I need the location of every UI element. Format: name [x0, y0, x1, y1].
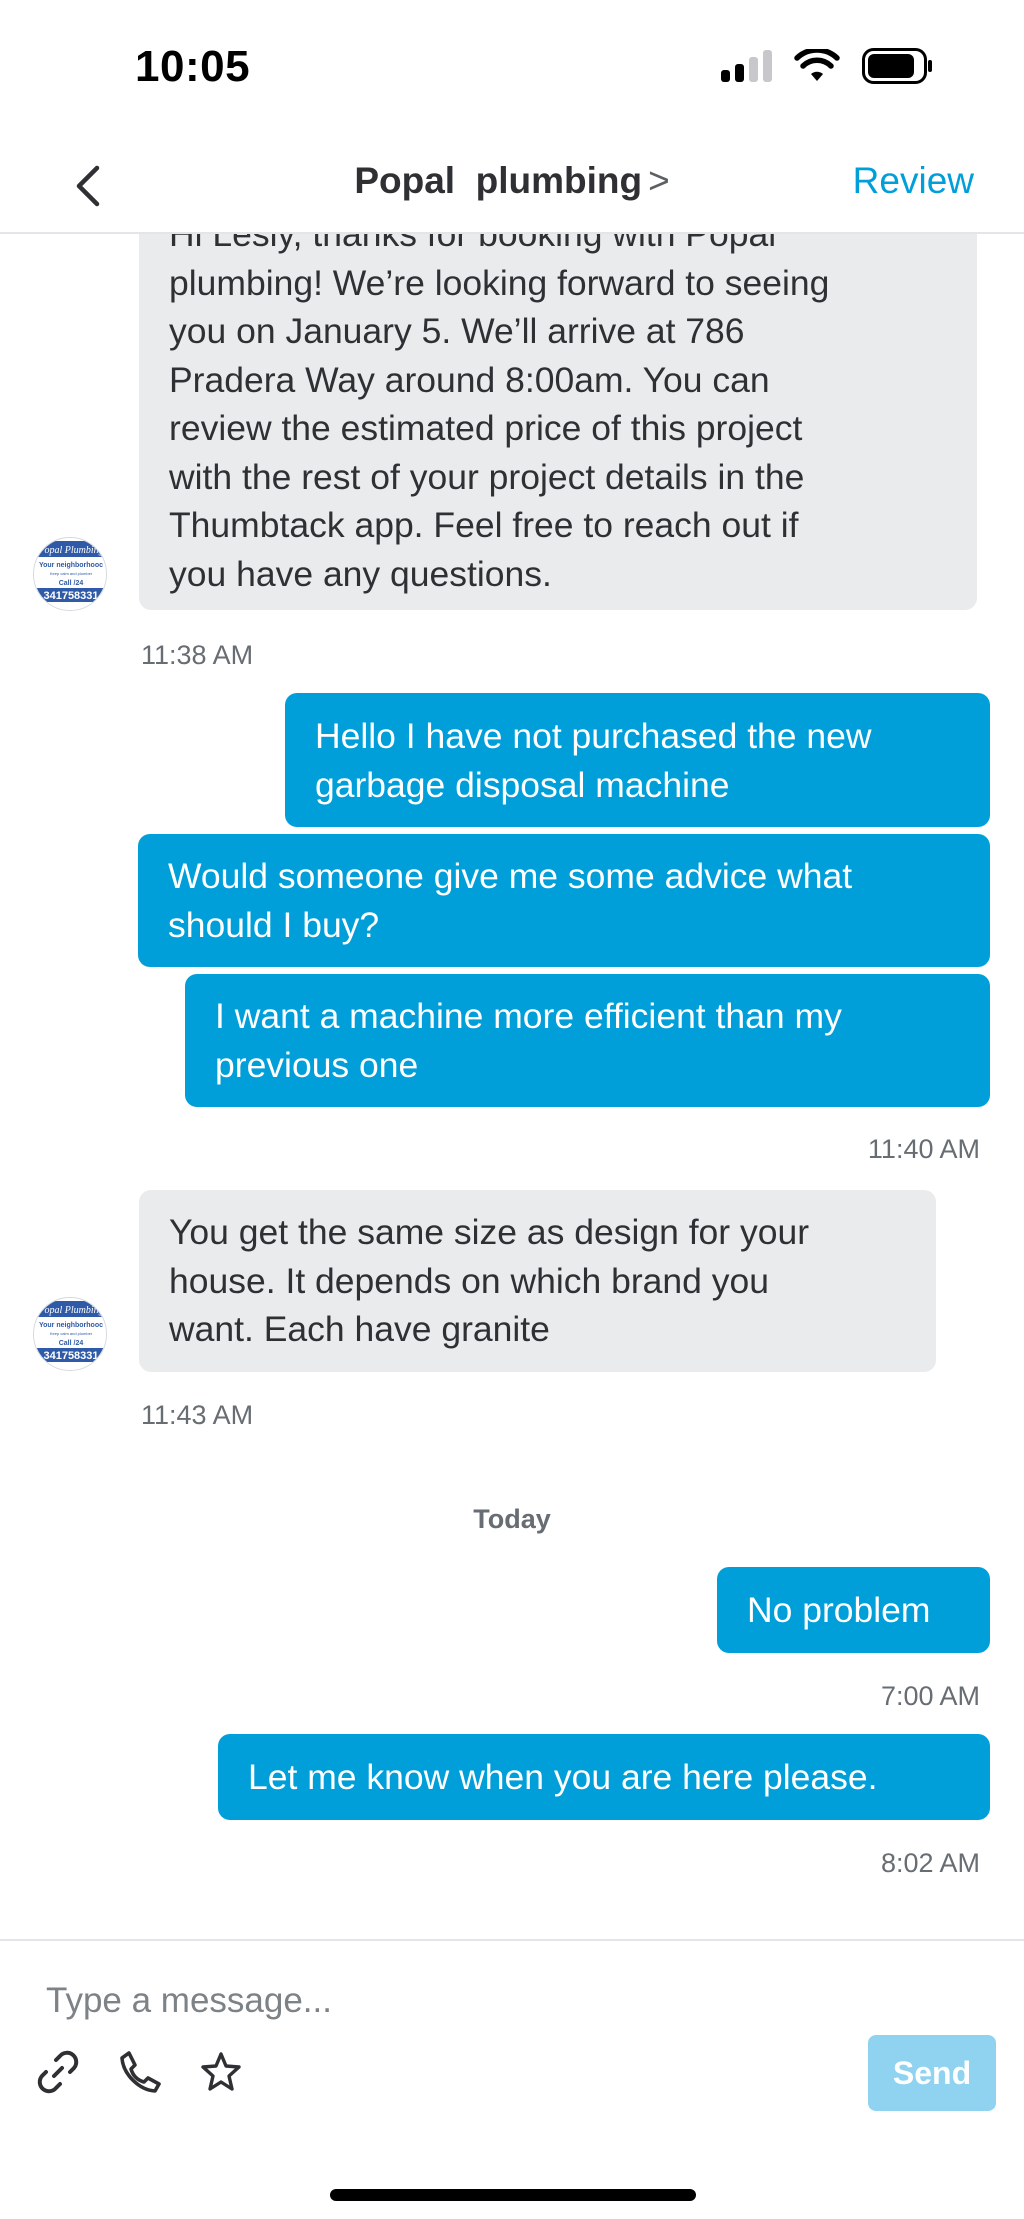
- avatar[interactable]: Popal Plumbing Your neighborhooc Keep ca…: [33, 537, 107, 611]
- message-line: want. Each have granite: [169, 1309, 550, 1349]
- status-bar: 10:05: [0, 0, 1024, 140]
- star-icon: [201, 2052, 241, 2091]
- signal-icon: [721, 50, 772, 82]
- message-line: Hi Lesly, thanks for booking with Popal: [169, 234, 777, 254]
- svg-text:Popal Plumbing: Popal Plumbing: [37, 545, 103, 556]
- incoming-message: You get the same size as design for your…: [139, 1190, 936, 1372]
- outgoing-message: No problem: [717, 1567, 990, 1653]
- favorite-button[interactable]: [193, 2044, 249, 2100]
- message-line: No problem: [747, 1590, 931, 1630]
- popal-plumbing-logo: Popal Plumbing Your neighborhooc Keep ca…: [34, 1298, 106, 1370]
- incoming-message: Hi Lesly, thanks for booking with Popal …: [139, 234, 977, 610]
- review-link[interactable]: Review: [853, 160, 974, 202]
- svg-text:Call /24: Call /24: [59, 1340, 84, 1347]
- svg-text:341758331: 341758331: [43, 1350, 98, 1362]
- svg-text:Keep calm and plumber: Keep calm and plumber: [50, 1331, 93, 1336]
- avatar[interactable]: Popal Plumbing Your neighborhooc Keep ca…: [33, 1297, 107, 1371]
- phone-icon: [120, 2051, 161, 2093]
- popal-plumbing-logo: Popal Plumbing Your neighborhooc Keep ca…: [34, 538, 106, 610]
- message-line: house. It depends on which brand you: [169, 1260, 769, 1301]
- status-time: 10:05: [135, 42, 251, 91]
- message-list[interactable]: Hi Lesly, thanks for booking with Popal …: [0, 234, 1024, 1939]
- status-icons: [721, 48, 934, 84]
- message-line: Thumbtack app. Feel free to reach out if: [169, 505, 799, 545]
- message-input[interactable]: [46, 1971, 946, 2031]
- battery-icon: [862, 48, 932, 84]
- outgoing-message: Would someone give me some advice what s…: [138, 834, 990, 967]
- message-composer: Send: [0, 1939, 1024, 2219]
- chat-screen: 10:05 Popal plumbing > Review Hi Lesly, …: [0, 0, 1024, 2219]
- message-line: previous one: [215, 1044, 419, 1085]
- message-line: Pradera Way around 8:00am. You can: [169, 359, 770, 400]
- message-timestamp: 7:00 AM: [880, 1681, 980, 1711]
- message-timestamp: 11:43 AM: [141, 1400, 254, 1430]
- day-separator: Today: [473, 1504, 551, 1534]
- link-icon: [37, 2050, 79, 2094]
- svg-text:341758331: 341758331: [43, 590, 98, 602]
- chevron-right-icon: >: [648, 160, 670, 201]
- svg-text:Your neighborhooc: Your neighborhooc: [39, 562, 103, 569]
- svg-text:Call /24: Call /24: [59, 580, 84, 587]
- message-line: Hello I have not purchased the new: [315, 716, 872, 756]
- message-timestamp: 11:38 AM: [141, 640, 254, 670]
- home-indicator[interactable]: [330, 2189, 696, 2201]
- outgoing-message: Let me know when you are here please.: [218, 1734, 990, 1820]
- outgoing-message: Hello I have not purchased the new garba…: [285, 693, 990, 827]
- svg-text:Your neighborhooc: Your neighborhooc: [39, 1322, 103, 1329]
- svg-text:Keep calm and plumber: Keep calm and plumber: [50, 571, 93, 576]
- outgoing-message: I want a machine more efficient than my …: [185, 974, 990, 1107]
- message-timestamp: 11:40 AM: [867, 1134, 980, 1164]
- message-line: Would someone give me some advice what: [168, 856, 853, 896]
- message-line: should I buy?: [168, 904, 380, 945]
- message-line: I want a machine more efficient than my: [215, 996, 842, 1036]
- svg-text:Popal Plumbing: Popal Plumbing: [37, 1305, 103, 1316]
- message-line: with the rest of your project details in…: [169, 456, 805, 497]
- message-line: You get the same size as design for your: [169, 1212, 810, 1252]
- attach-button[interactable]: [30, 2044, 86, 2100]
- wifi-icon: [794, 49, 840, 81]
- contact-name: Popal plumbing: [354, 160, 643, 201]
- send-button[interactable]: Send: [868, 2035, 996, 2111]
- message-line: Let me know when you are here please.: [248, 1757, 878, 1797]
- message-line: you have any questions.: [169, 553, 552, 594]
- call-button[interactable]: [112, 2044, 168, 2100]
- message-line: garbage disposal machine: [315, 764, 730, 805]
- message-line: plumbing! We’re looking forward to seein…: [169, 262, 830, 303]
- message-line: you on January 5. We’ll arrive at 786: [169, 311, 745, 351]
- message-timestamp: 8:02 AM: [880, 1848, 980, 1878]
- chat-header: Popal plumbing > Review: [0, 140, 1024, 234]
- message-line: review the estimated price of this proje…: [169, 408, 803, 448]
